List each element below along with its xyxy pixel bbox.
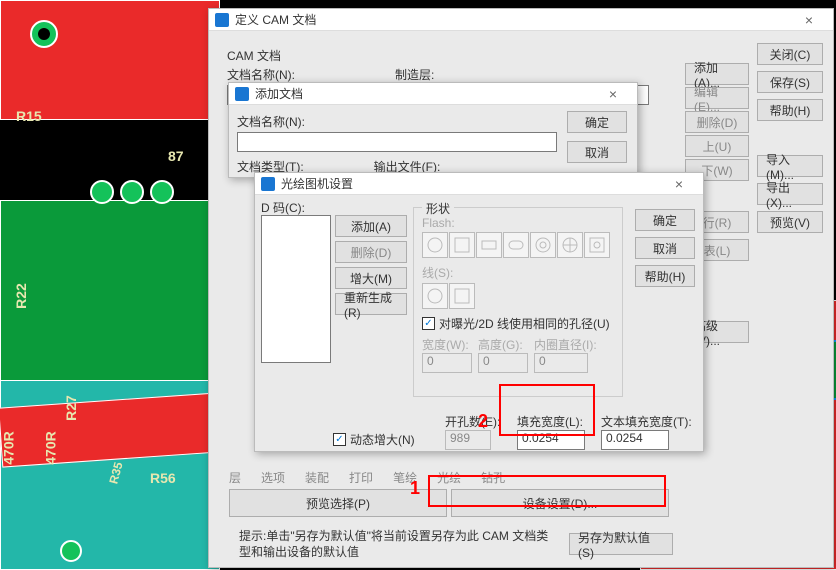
shape-rect[interactable] bbox=[476, 232, 502, 258]
app-icon bbox=[215, 13, 229, 27]
device-settings-button[interactable]: 设备设置(D)... bbox=[451, 489, 669, 517]
app-icon bbox=[261, 177, 275, 191]
doc-name-label: 文档名称(N): bbox=[227, 66, 295, 83]
shape-group-label: 形状 bbox=[422, 200, 454, 217]
close-icon[interactable]: × bbox=[661, 174, 697, 194]
cancel-button[interactable]: 取消 bbox=[567, 141, 627, 163]
pp-help-button[interactable]: 帮助(H) bbox=[635, 265, 695, 287]
pp-cancel-button[interactable]: 取消 bbox=[635, 237, 695, 259]
delete-button[interactable]: 删除(D) bbox=[685, 111, 749, 133]
add-doc-title: 添加文档 bbox=[255, 85, 589, 102]
cam-group-label: CAM 文档 bbox=[227, 49, 281, 63]
tab-arrange[interactable]: 装配 bbox=[305, 469, 329, 486]
shape-oval[interactable] bbox=[503, 232, 529, 258]
dcode-add-button[interactable]: 添加(A) bbox=[335, 215, 407, 237]
tab-photo[interactable]: 光绘 bbox=[437, 469, 461, 486]
shape-sq-donut[interactable] bbox=[584, 232, 610, 258]
inner-dia-label: 内圈直径(I): bbox=[534, 338, 597, 352]
line-circle[interactable] bbox=[422, 283, 448, 309]
annotation-number-2: 2 bbox=[478, 411, 488, 432]
pp-ok-button[interactable]: 确定 bbox=[635, 209, 695, 231]
close-button[interactable]: 关闭(C) bbox=[757, 43, 823, 65]
window-title: 定义 CAM 文档 bbox=[235, 11, 785, 28]
hint-text: 提示:单击"另存为默认值"将当前设置另存为此 CAM 文档类型和输出设备的默认值 bbox=[239, 529, 559, 560]
photoplot-window: 光绘图机设置 × D 码(C): 添加(A) 删除(D) 增大(M) 重新生成(… bbox=[254, 172, 704, 452]
fill-width-label: 填充宽度(L): bbox=[517, 415, 583, 429]
save-default-button[interactable]: 另存为默认值(S) bbox=[569, 533, 673, 555]
app-icon bbox=[235, 87, 249, 101]
inner-dia-input: 0 bbox=[534, 353, 588, 373]
shape-circle[interactable] bbox=[422, 232, 448, 258]
close-icon[interactable]: × bbox=[791, 10, 827, 30]
text-fill-label: 文本填充宽度(T): bbox=[601, 415, 692, 429]
mfg-layer-label: 制造层: bbox=[395, 66, 434, 83]
close-icon[interactable]: × bbox=[595, 84, 631, 104]
dcode-list[interactable] bbox=[261, 215, 331, 363]
height-input: 0 bbox=[478, 353, 528, 373]
add-doc-name-label: 文档名称(N): bbox=[237, 115, 305, 129]
apertures-label: 开孔数(E): bbox=[445, 415, 500, 429]
width-label: 宽度(W): bbox=[422, 338, 469, 352]
shape-donut[interactable] bbox=[530, 232, 556, 258]
shape-square[interactable] bbox=[449, 232, 475, 258]
tab-drill[interactable]: 钻孔 bbox=[481, 469, 505, 486]
export-button[interactable]: 导出(X)... bbox=[757, 183, 823, 205]
add-doc-name-input[interactable] bbox=[237, 132, 557, 152]
dcode-enlarge-button[interactable]: 增大(M) bbox=[335, 267, 407, 289]
save-button[interactable]: 保存(S) bbox=[757, 71, 823, 93]
dcode-delete-button[interactable]: 删除(D) bbox=[335, 241, 407, 263]
ok-button[interactable]: 确定 bbox=[567, 111, 627, 133]
tab-option[interactable]: 选项 bbox=[261, 469, 285, 486]
edit-button[interactable]: 编辑(E)... bbox=[685, 87, 749, 109]
tab-print[interactable]: 打印 bbox=[349, 469, 373, 486]
photoplot-title: 光绘图机设置 bbox=[281, 175, 655, 192]
dcode-regen-button[interactable]: 重新生成(R) bbox=[335, 293, 407, 315]
apertures-input: 989 bbox=[445, 430, 491, 450]
add-document-window: 添加文档 × 文档名称(N): 确定 取消 文档类型(T): 输出文件(F): bbox=[228, 82, 638, 178]
line-label: 线(S): bbox=[422, 266, 453, 280]
titlebar: 定义 CAM 文档 × bbox=[209, 9, 833, 31]
import-button[interactable]: 导入(M)... bbox=[757, 155, 823, 177]
tab-layer[interactable]: 层 bbox=[229, 469, 241, 486]
text-fill-input[interactable]: 0.0254 bbox=[601, 430, 669, 450]
dcode-label: D 码(C): bbox=[261, 199, 305, 216]
line-square[interactable] bbox=[449, 283, 475, 309]
flash-label: Flash: bbox=[422, 216, 455, 230]
width-input: 0 bbox=[422, 353, 472, 373]
help-button[interactable]: 帮助(H) bbox=[757, 99, 823, 121]
preview-button[interactable]: 预览(V) bbox=[757, 211, 823, 233]
height-label: 高度(G): bbox=[478, 338, 523, 352]
up-button[interactable]: 上(U) bbox=[685, 135, 749, 157]
same-aperture-checkbox[interactable]: ✓ 对曝光/2D 线使用相同的孔径(U) bbox=[422, 315, 610, 332]
dynamic-enlarge-checkbox[interactable]: ✓动态增大(N) bbox=[333, 431, 415, 448]
annotation-number-1: 1 bbox=[410, 478, 420, 499]
shape-target[interactable] bbox=[557, 232, 583, 258]
fill-width-input[interactable]: 0.0254 bbox=[517, 430, 585, 450]
